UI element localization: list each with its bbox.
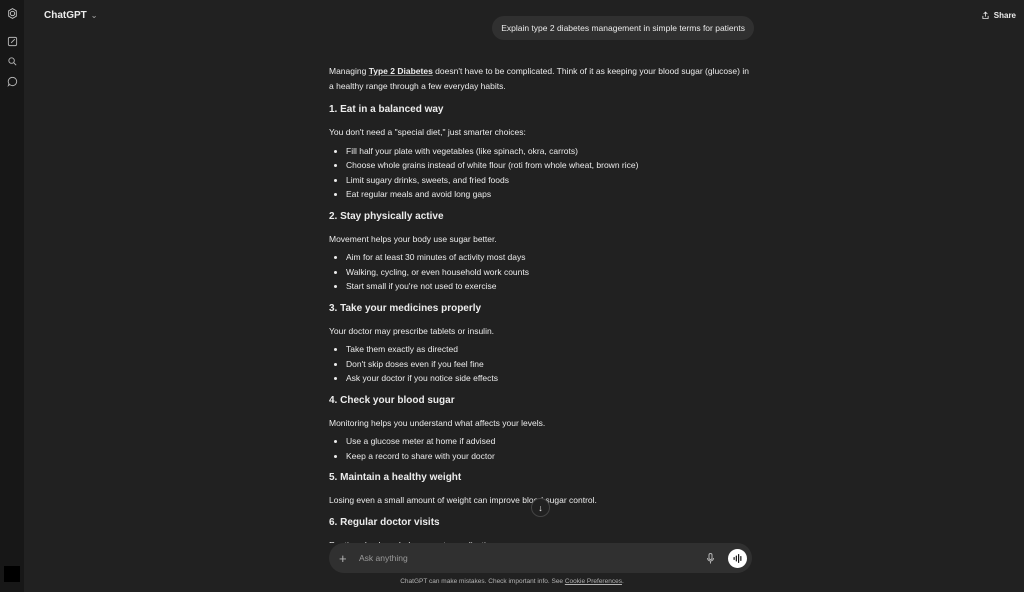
section-heading: 2. Stay physically active bbox=[329, 210, 444, 222]
waveform-icon bbox=[733, 553, 741, 563]
section-lead: Your doctor may prescribe tablets or ins… bbox=[329, 325, 495, 336]
list-item: Eat regular meals and avoid long gaps bbox=[329, 187, 749, 202]
list-item: Don't skip doses even if you feel fine bbox=[329, 357, 749, 372]
user-message-bubble: Explain type 2 diabetes management in si… bbox=[492, 16, 754, 40]
response-section: 6. Regular doctor visitsRoutine checkups… bbox=[329, 516, 749, 544]
cookie-preferences-link[interactable]: Cookie Preferences bbox=[565, 578, 622, 585]
search-icon[interactable] bbox=[5, 54, 19, 68]
voice-mode-button[interactable] bbox=[728, 548, 747, 568]
bullet-list: Fill half your plate with vegetables (li… bbox=[329, 144, 749, 202]
section-lead: You don't need a "special diet," just sm… bbox=[329, 127, 526, 137]
chevron-down-icon: ⌄ bbox=[90, 10, 98, 20]
model-selector[interactable]: ChatGPT ⌄ bbox=[44, 10, 97, 21]
arrow-down-icon: ↓ bbox=[538, 502, 543, 513]
composer: + bbox=[329, 543, 752, 573]
response-section: 1. Eat in a balanced way You don't need a… bbox=[329, 103, 749, 202]
bullet-list: Aim for at least 30 minutes of activity … bbox=[329, 250, 749, 294]
scroll-down-button[interactable]: ↓ bbox=[531, 498, 550, 517]
model-name: ChatGPT bbox=[44, 9, 87, 21]
share-label: Share bbox=[993, 10, 1016, 20]
list-item: Use a glucose meter at home if advised bbox=[329, 434, 749, 449]
section-heading: 5. Maintain a healthy weight bbox=[329, 472, 462, 483]
list-item: Choose whole grains instead of white flo… bbox=[329, 158, 749, 173]
response-section: 4. Check your blood sugar Monitoring help… bbox=[329, 394, 749, 464]
list-item: Ask your doctor if you notice side effec… bbox=[329, 371, 749, 386]
response-intro: Managing Type 2 Diabetes doesn't have to… bbox=[329, 66, 749, 91]
library-icon[interactable] bbox=[5, 74, 19, 88]
new-chat-icon[interactable] bbox=[5, 34, 19, 48]
disclaimer-footer: ChatGPT can make mistakes. Check importa… bbox=[400, 578, 624, 585]
bullet-list: Use a glucose meter at home if advised Ke… bbox=[329, 434, 749, 463]
section-heading: 1. Eat in a balanced way bbox=[329, 104, 444, 115]
bullet-list: Take them exactly as directed Don't skip … bbox=[329, 342, 749, 386]
list-item: Aim for at least 30 minutes of activity … bbox=[329, 250, 749, 265]
list-item: Keep a record to share with your doctor bbox=[329, 449, 749, 464]
list-item: Start small if you're not used to exerci… bbox=[329, 279, 749, 294]
assistant-response: Managing Type 2 Diabetes doesn't have to… bbox=[329, 64, 749, 543]
list-item: Walking, cycling, or even household work… bbox=[329, 265, 749, 280]
openai-logo-icon[interactable] bbox=[5, 6, 19, 20]
diabetes-term[interactable]: Type 2 Diabetes bbox=[369, 66, 433, 76]
response-section: 3. Take your medicines properly Your doct… bbox=[329, 302, 749, 386]
response-section: 2. Stay physically active Movement helps … bbox=[329, 210, 749, 294]
section-heading: 4. Check your blood sugar bbox=[329, 394, 455, 406]
list-item: Take them exactly as directed bbox=[329, 342, 749, 357]
section-heading: 6. Regular doctor visits bbox=[329, 516, 440, 528]
section-heading: 3. Take your medicines properly bbox=[329, 302, 482, 314]
sidebar-rail bbox=[0, 0, 24, 592]
list-item: Limit sugary drinks, sweets, and fried f… bbox=[329, 173, 749, 188]
section-lead: Monitoring helps you understand what aff… bbox=[329, 417, 546, 428]
section-lead: Movement helps your body use sugar bette… bbox=[329, 233, 497, 244]
add-attachment-icon[interactable]: + bbox=[339, 551, 353, 566]
microphone-icon[interactable] bbox=[706, 552, 720, 564]
prompt-input[interactable] bbox=[359, 553, 706, 563]
list-item: Fill half your plate with vegetables (li… bbox=[329, 144, 749, 159]
share-button[interactable]: Share bbox=[981, 11, 1016, 20]
share-icon bbox=[982, 11, 989, 19]
